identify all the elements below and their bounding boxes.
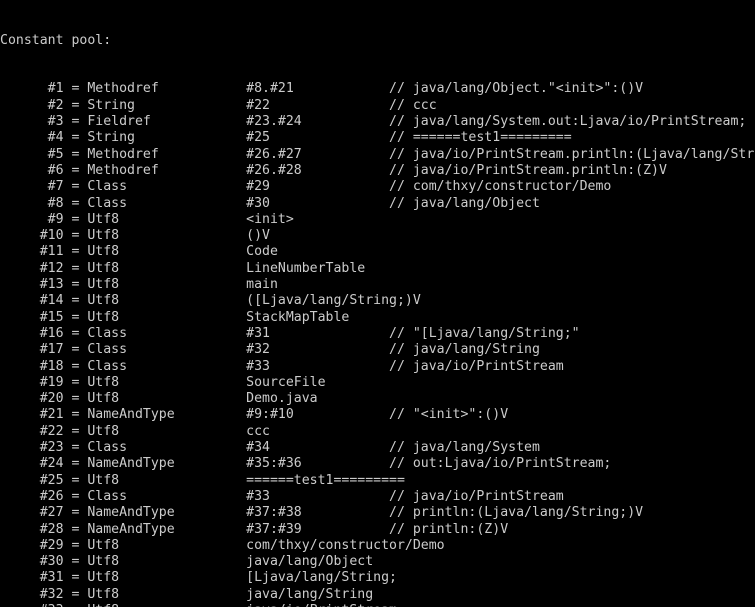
constant-pool-entry: #24 = NameAndType #35:#36 // out:Ljava/i…: [0, 456, 612, 472]
constant-pool-entry: #14 = Utf8 ([Ljava/lang/String;)V: [0, 293, 421, 309]
constant-pool-entry: #5 = Methodref #26.#27 // java/io/PrintS…: [0, 146, 755, 162]
constant-pool-entry: #31 = Utf8 [Ljava/lang/String;: [0, 570, 397, 586]
constant-pool-entry: #20 = Utf8 Demo.java: [0, 391, 318, 407]
constant-pool-entry: #32 = Utf8 java/lang/String: [0, 586, 374, 602]
constant-pool-entry: #8 = Class #30 // java/lang/Object: [0, 195, 540, 211]
constant-pool-entry: #27 = NameAndType #37:#38 // println:(Lj…: [0, 505, 644, 521]
constant-pool-entry: #17 = Class #32 // java/lang/String: [0, 342, 540, 358]
constant-pool-entry: #25 = Utf8 ======test1=========: [0, 472, 405, 488]
constant-pool-entry: #1 = Methodref #8.#21 // java/lang/Objec…: [0, 81, 644, 97]
constant-pool-entry: #15 = Utf8 StackMapTable: [0, 309, 350, 325]
constant-pool-entry: #7 = Class #29 // com/thxy/constructor/D…: [0, 179, 612, 195]
constant-pool-heading: Constant pool:: [0, 32, 112, 48]
constant-pool-entry-list: #1 = Methodref #8.#21 // java/lang/Objec…: [0, 81, 755, 607]
terminal-output[interactable]: Constant pool: #1 = Methodref #8.#21 // …: [0, 0, 755, 607]
constant-pool-entry: #23 = Class #34 // java/lang/System: [0, 440, 540, 456]
constant-pool-entry: #9 = Utf8 <init>: [0, 211, 294, 227]
constant-pool-entry: #4 = String #25 // ======test1=========: [0, 130, 572, 146]
constant-pool-entry: #30 = Utf8 java/lang/Object: [0, 554, 374, 570]
constant-pool-entry: #11 = Utf8 Code: [0, 244, 278, 260]
constant-pool-entry: #3 = Fieldref #23.#24 // java/lang/Syste…: [0, 114, 747, 130]
constant-pool-entry: #26 = Class #33 // java/io/PrintStream: [0, 488, 564, 504]
constant-pool-entry: #2 = String #22 // ccc: [0, 97, 437, 113]
constant-pool-entry: #6 = Methodref #26.#28 // java/io/PrintS…: [0, 162, 667, 178]
constant-pool-entry: #33 = Utf8 java/io/PrintStream: [0, 603, 755, 607]
constant-pool-entry: #13 = Utf8 main: [0, 277, 278, 293]
constant-pool-entry: #22 = Utf8 ccc: [0, 423, 270, 439]
constant-pool-entry: #12 = Utf8 LineNumberTable: [0, 260, 366, 276]
constant-pool-entry: #29 = Utf8 com/thxy/constructor/Demo: [0, 537, 445, 553]
constant-pool-entry: #21 = NameAndType #9:#10 // "<init>":()V: [0, 407, 509, 423]
constant-pool-entry: #18 = Class #33 // java/io/PrintStream: [0, 358, 564, 374]
constant-pool-entry: #28 = NameAndType #37:#39 // println:(Z)…: [0, 521, 509, 537]
constant-pool-entry: #19 = Utf8 SourceFile: [0, 374, 326, 390]
constant-pool-entry: #16 = Class #31 // "[Ljava/lang/String;": [0, 325, 580, 341]
constant-pool-entry: #10 = Utf8 ()V: [0, 228, 270, 244]
